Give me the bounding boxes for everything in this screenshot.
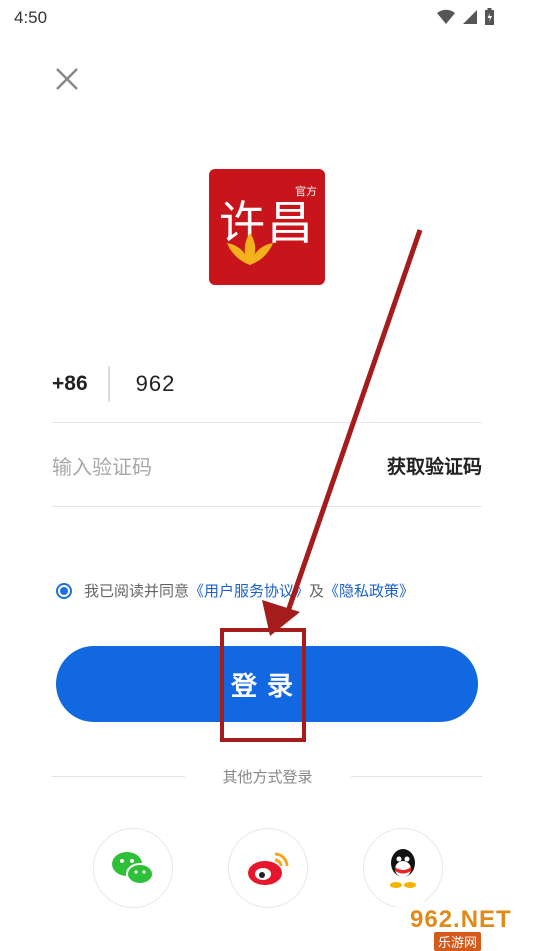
watermark-bottom: 乐游网 [434,932,482,951]
annotation-arrow [262,229,423,636]
annotation-box [220,628,306,742]
watermark-top: 962.NET [410,906,512,933]
watermark: 962.NET 乐游网 [396,902,535,951]
